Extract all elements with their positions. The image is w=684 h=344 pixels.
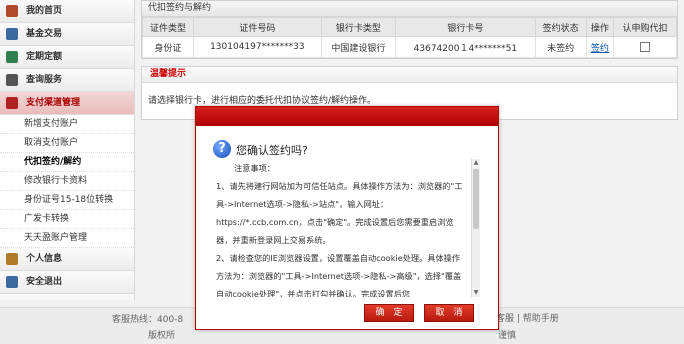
sub-item-account-manage[interactable]: 天天盈账户管理: [0, 229, 134, 248]
column-header: 证件号码: [193, 17, 322, 37]
sub-item-cancel-account[interactable]: 取消支付账户: [0, 134, 134, 153]
sub-item-id-convert[interactable]: 身份证号15-18位转换: [0, 191, 134, 210]
sub-item-modify-card[interactable]: 修改银行卡资料: [0, 172, 134, 191]
sign-panel: 代扣签约与解约 证件类型 证件号码 银行卡类型 银行卡号 签约状态 操作 认申购…: [141, 0, 678, 59]
action-cell: 签约: [585, 36, 615, 58]
scroll-up-icon[interactable]: ▲: [472, 159, 480, 167]
account-table: 证件类型 证件号码 银行卡类型 银行卡号 签约状态 操作 认申购代扣 身份证 1…: [141, 17, 677, 58]
home-icon: [6, 5, 18, 17]
sign-link[interactable]: 签约: [591, 44, 609, 54]
question-icon: ?: [213, 140, 231, 158]
sidebar-item-regular-invest[interactable]: 定期定额: [0, 46, 134, 69]
sidebar-item-label: 基金交易: [26, 29, 63, 39]
sidebar-item-personal-info[interactable]: 个人信息: [0, 248, 134, 271]
sub-item-label: 取消支付账户: [24, 138, 79, 148]
id-type-cell: 身份证: [141, 36, 195, 58]
sidebar-item-payment[interactable]: 支付渠道管理: [0, 92, 134, 115]
scroll-down-icon[interactable]: ▼: [472, 289, 480, 297]
column-header: 认申购代扣: [613, 17, 677, 37]
panel-title: 代扣签约与解约: [142, 1, 677, 17]
confirm-button[interactable]: 确 定: [364, 304, 414, 322]
sidebar-item-logout[interactable]: 安全退出: [0, 271, 134, 294]
column-header: 银行卡类型: [320, 17, 397, 37]
fund-icon: [6, 28, 18, 40]
confirm-dialog: ? 您确认签约吗? 注意事项： 1、请先将建行网站加为可信任站点。具体操作方法为…: [195, 106, 499, 330]
footer-hotline: 客服热线：400-8: [112, 315, 184, 325]
sub-item-label: 广发卡转换: [24, 214, 70, 224]
sidebar-item-label: 定期定额: [26, 52, 63, 62]
column-header: 签约状态: [534, 17, 587, 37]
dialog-title: 您确认签约吗?: [236, 144, 308, 157]
sub-item-sign[interactable]: 代扣签约/解约: [0, 153, 134, 172]
table-header-row: 证件类型 证件号码 银行卡类型 银行卡号 签约状态 操作 认申购代扣: [141, 17, 677, 37]
sub-item-label: 修改银行卡资料: [24, 176, 88, 186]
id-number-cell: 130104197*******33: [193, 36, 322, 58]
footer-suffix: 谨慎: [498, 331, 517, 341]
sub-item-label: 代扣签约/解约: [24, 157, 82, 167]
user-icon: [6, 253, 18, 265]
sidebar-item-query[interactable]: 查询服务: [0, 69, 134, 92]
column-header: 证件类型: [141, 17, 195, 37]
dialog-scrollbar[interactable]: ▲ ▼: [471, 159, 480, 297]
checkbox-cell: [613, 36, 677, 58]
sub-item-label: 天天盈账户管理: [24, 233, 88, 243]
sub-item-label: 身份证号15-18位转换: [24, 195, 114, 205]
dialog-header-bar: [196, 107, 498, 126]
cancel-button[interactable]: 取 消: [424, 304, 474, 322]
footer-copyright: 版权所: [148, 331, 176, 341]
sidebar-item-label: 支付渠道管理: [26, 98, 81, 108]
sidebar: 我的首页 基金交易 定期定额 查询服务 支付渠道管理 新增支付账户 取消支付账户…: [0, 0, 135, 300]
sidebar-item-label: 个人信息: [26, 254, 63, 264]
auto-debit-checkbox[interactable]: [640, 41, 651, 52]
column-header: 操作: [585, 17, 615, 37]
sign-status-cell: 未签约: [534, 36, 587, 58]
dialog-text: 注意事项： 1、请先将建行网站加为可信任站点。具体操作方法为：浏览器的"工具->…: [216, 159, 468, 297]
table-row: 身份证 130104197*******33 中国建设银行 43674200１4…: [141, 36, 677, 58]
scroll-thumb[interactable]: [473, 169, 479, 229]
card-number-cell: 43674200１4*******51: [395, 36, 536, 58]
sidebar-item-label: 安全退出: [26, 277, 63, 287]
payment-icon: [6, 97, 18, 109]
sidebar-item-fund-trade[interactable]: 基金交易: [0, 23, 134, 46]
column-header: 银行卡号: [395, 17, 536, 37]
warning-body: 请选择银行卡，进行相应的委托代扣协议签约/解约操作。: [148, 96, 377, 106]
footer-links[interactable]: 客服 | 帮助手册: [496, 311, 559, 324]
calendar-icon: [6, 51, 18, 63]
note-label: 注意事项：: [234, 163, 275, 173]
sub-item-add-account[interactable]: 新增支付账户: [0, 115, 134, 134]
main-content: 代扣签约与解约 证件类型 证件号码 银行卡类型 银行卡号 签约状态 操作 认申购…: [141, 0, 678, 120]
dialog-paragraph: 1、请先将建行网站加为可信任站点。具体操作方法为：浏览器的"工具->Intern…: [216, 181, 463, 245]
sidebar-item-label: 我的首页: [26, 6, 63, 16]
dialog-paragraph: 2、请检查您的IE浏览器设置，设置覆盖自动cookie处理。具体操作方法为：浏览…: [216, 253, 462, 297]
warning-title: 温馨提示: [142, 67, 677, 83]
sub-item-label: 新增支付账户: [24, 119, 79, 129]
sidebar-item-home[interactable]: 我的首页: [0, 0, 134, 23]
sub-item-card-convert[interactable]: 广发卡转换: [0, 210, 134, 229]
query-icon: [6, 74, 18, 86]
sidebar-item-label: 查询服务: [26, 75, 63, 85]
bank-type-cell: 中国建设银行: [320, 36, 397, 58]
power-icon: [6, 276, 18, 288]
